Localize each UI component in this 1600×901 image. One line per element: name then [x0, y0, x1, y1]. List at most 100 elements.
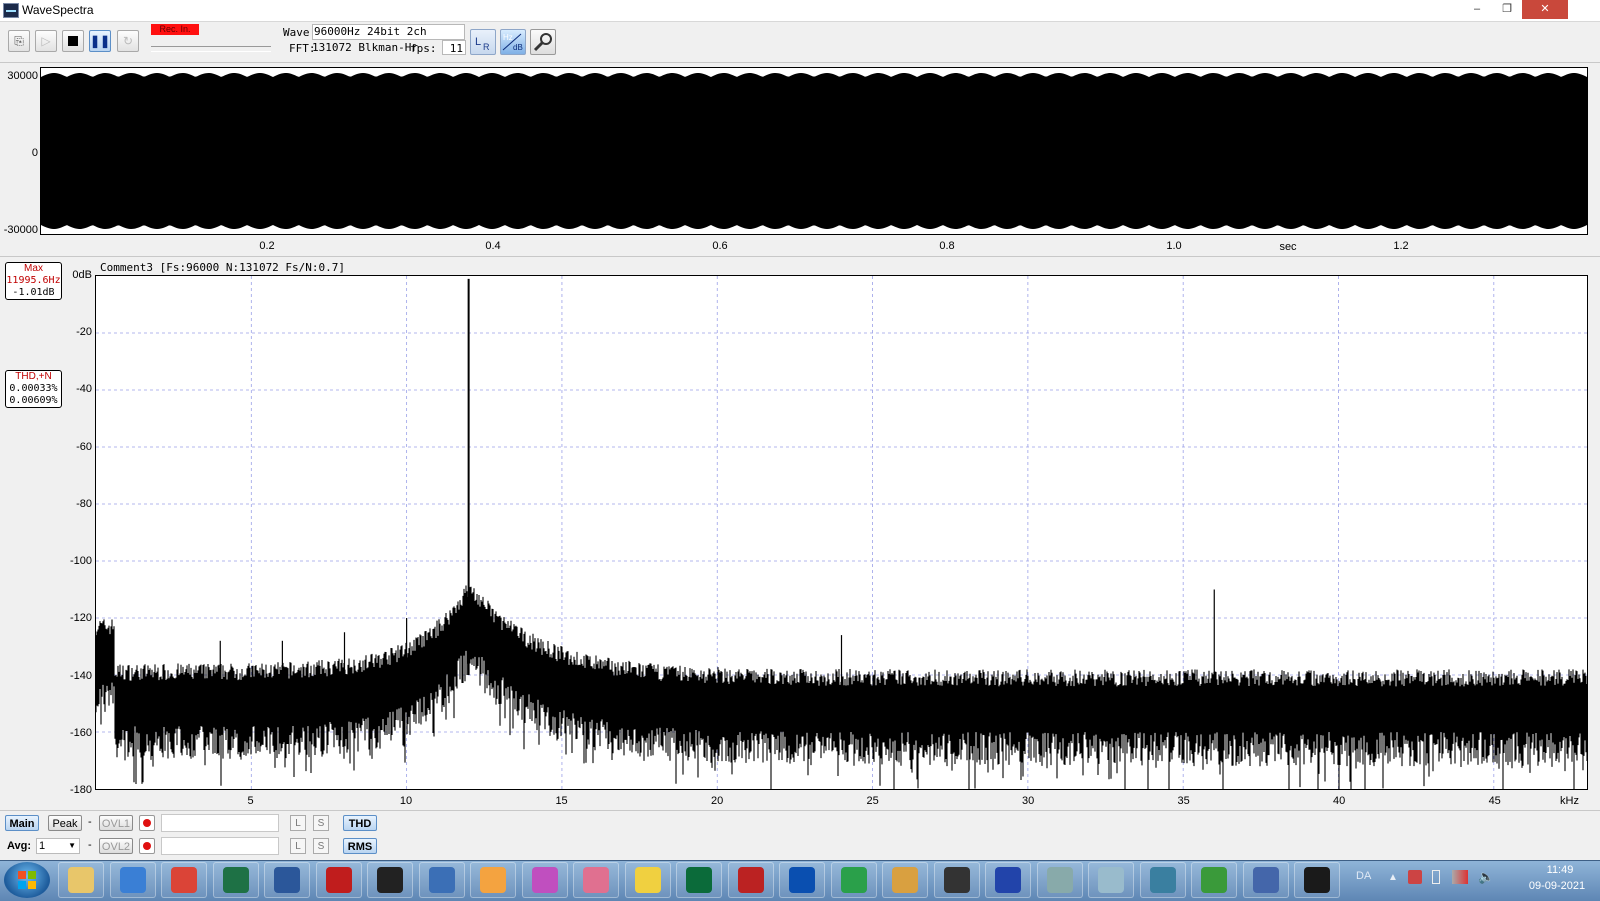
tray-volume-icon[interactable]: 🔈: [1478, 869, 1494, 885]
taskbar-app-e-app[interactable]: [985, 862, 1031, 898]
spectrum-x-tick: 25: [866, 795, 879, 807]
taskbar-app-app-round[interactable]: [367, 862, 413, 898]
l-button-2[interactable]: L: [290, 838, 306, 854]
taskbar-app-feather[interactable]: [418, 862, 465, 898]
taskbar-app-green-app[interactable]: [676, 862, 722, 898]
wave-x-tick: 0.8: [939, 240, 955, 252]
wave-x-tick: 0.4: [485, 240, 501, 252]
avg-select[interactable]: 1 ▼: [36, 838, 80, 854]
spectrum-x-tick: 30: [1022, 795, 1035, 807]
rec-input-label: Rec. In.: [151, 24, 199, 35]
wave-x-tick: 1.2: [1393, 240, 1409, 252]
taskbar-app-tool[interactable]: [882, 862, 928, 898]
eraser-icon: [1098, 867, 1124, 893]
settings-button[interactable]: [530, 29, 556, 55]
open-file-icon: ⎘: [14, 33, 24, 48]
taskbar-app-bulb[interactable]: [624, 862, 671, 898]
lr-icon: LR: [475, 36, 490, 52]
waveform-trace: [41, 73, 1587, 229]
taskbar-app-calculator[interactable]: [1036, 862, 1083, 898]
s-button-1[interactable]: S: [313, 815, 329, 831]
writer-icon: [274, 867, 300, 893]
stop-button[interactable]: [62, 30, 84, 52]
waveform-plot[interactable]: [40, 67, 1588, 235]
s-button-2[interactable]: S: [313, 838, 329, 854]
vt-icon: [737, 867, 764, 893]
spectrum-y-tick: -120: [69, 612, 92, 625]
taskbar-app-pcb[interactable]: [1191, 862, 1237, 898]
waveform-signal: [41, 73, 1587, 229]
minimize-button[interactable]: –: [1462, 0, 1492, 19]
taskbar-app-vt[interactable]: [727, 862, 774, 898]
windows-logo-icon: [18, 871, 36, 889]
ovl2-indicator: OVL2: [99, 838, 133, 854]
taskbar-app-eraser[interactable]: [1088, 862, 1134, 898]
spectrum-x-tick: 10: [399, 795, 413, 807]
peak-button[interactable]: Peak: [48, 815, 82, 831]
file-explorer-icon: [68, 867, 94, 893]
ovl1-text-field[interactable]: [161, 814, 279, 832]
tray-arrow-icon[interactable]: ▲: [1388, 872, 1398, 883]
taskbar-app-wavespectra[interactable]: [1294, 862, 1340, 898]
rec-level-slider[interactable]: [151, 46, 271, 52]
taskbar-app-player[interactable]: [779, 862, 825, 898]
tray-network-icon[interactable]: [1452, 870, 1468, 884]
play-icon: ▷: [41, 34, 51, 48]
spectrum-y-tick: -40: [76, 383, 92, 396]
taskbar-app-excel[interactable]: [212, 862, 259, 898]
wavespectra-icon: [1304, 867, 1330, 893]
tray-language[interactable]: DA: [1356, 870, 1371, 882]
title-bar: [0, 0, 1600, 22]
channel-lr-button[interactable]: LR: [470, 29, 496, 55]
spectrum-y-tick: -20: [76, 326, 92, 339]
spectrum-x-tick: 20: [710, 795, 724, 807]
record-dot-2-icon[interactable]: [139, 838, 155, 854]
play-button[interactable]: ▷: [35, 30, 57, 52]
app-round-icon: [377, 867, 403, 893]
taskbar-app-chrome[interactable]: [161, 862, 207, 898]
rms-button[interactable]: RMS: [343, 838, 377, 854]
spectrum-x-tick: 45: [1488, 795, 1501, 807]
hz-db-button[interactable]: Hz dB: [500, 29, 526, 55]
taskbar-app-butterfly[interactable]: [521, 862, 568, 898]
ovl2-text-field[interactable]: [161, 837, 279, 855]
taskbar-app-file-explorer[interactable]: [58, 862, 104, 898]
thd-button[interactable]: THD: [343, 815, 377, 831]
spectrum-y-tick: -60: [76, 440, 92, 453]
player-icon: [789, 867, 815, 893]
tray-battery-icon[interactable]: [1432, 870, 1440, 884]
start-button[interactable]: [4, 862, 50, 898]
flower-icon: [480, 867, 506, 893]
wave-x-tick: 0.6: [712, 240, 728, 252]
l-button-1[interactable]: L: [290, 815, 306, 831]
avg-value: 1: [39, 840, 46, 852]
taskbar-app-acrobat[interactable]: [315, 862, 362, 898]
close-button[interactable]: ✕: [1522, 0, 1568, 19]
taskbar-app-origami[interactable]: [573, 862, 619, 898]
pa-app-icon: [1252, 867, 1279, 893]
spectrum-x-unit: kHz: [1560, 795, 1579, 807]
taskbar-app-waves[interactable]: [830, 862, 877, 898]
clock-date[interactable]: 09-09-2021: [1522, 880, 1592, 892]
loop-button[interactable]: ↻: [117, 30, 139, 52]
pause-button[interactable]: ❚❚: [89, 30, 111, 52]
restore-button[interactable]: ❐: [1492, 0, 1522, 19]
spectrum-comment: Comment3 [Fs:96000 N:131072 Fs/N:0.7]: [100, 261, 346, 274]
spectrum-y-tick: -180: [69, 784, 92, 796]
open-file-button[interactable]: ⎘: [8, 30, 30, 52]
spectrum-y-tick: -80: [76, 497, 92, 510]
thunderbird-icon: [119, 867, 146, 893]
loop-icon: ↻: [122, 34, 134, 48]
record-dot-1-icon[interactable]: [139, 815, 155, 831]
clock-time[interactable]: 11:49: [1530, 864, 1590, 876]
taskbar-app-thunderbird[interactable]: [109, 862, 156, 898]
spectrum-plot[interactable]: [95, 275, 1588, 790]
taskbar-app-flower[interactable]: [470, 862, 516, 898]
main-button[interactable]: Main: [5, 815, 39, 831]
taskbar-app-writer[interactable]: [264, 862, 310, 898]
network-icon: [1149, 867, 1176, 893]
taskbar-app-pa-app[interactable]: [1242, 862, 1289, 898]
taskbar-app-network[interactable]: [1139, 862, 1186, 898]
taskbar-app-spring[interactable]: [933, 862, 980, 898]
tray-flag-icon[interactable]: [1408, 870, 1422, 884]
